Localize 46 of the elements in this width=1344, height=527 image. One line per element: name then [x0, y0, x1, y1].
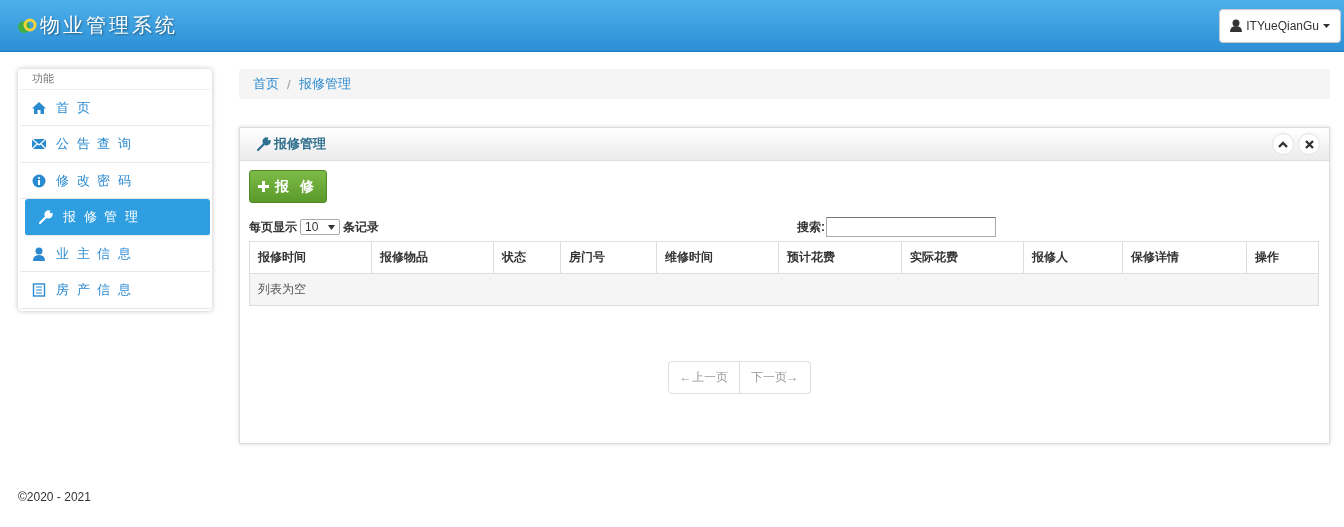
- breadcrumb-link[interactable]: 首页: [253, 75, 279, 93]
- search-field[interactable]: [826, 217, 996, 237]
- info-icon: [32, 173, 46, 188]
- column-header: 保修详情: [1122, 241, 1247, 274]
- empty-table-message: 列表为空: [249, 273, 1319, 306]
- close-button[interactable]: [1298, 133, 1320, 155]
- copyright-text: ©2020 - 2021: [18, 490, 91, 504]
- plus-icon: [257, 181, 269, 192]
- caret-icon: [328, 224, 335, 230]
- column-header: 维修时间: [656, 241, 779, 274]
- list-icon: [32, 283, 46, 298]
- home-icon: [32, 100, 46, 115]
- column-header: 状态: [493, 241, 561, 274]
- app-title: 物业管理系统: [40, 12, 178, 39]
- envelope-icon: [32, 137, 46, 152]
- breadcrumb-separator: /: [287, 76, 291, 92]
- column-header: 报修时间: [249, 241, 372, 274]
- column-header: 报修物品: [371, 241, 494, 274]
- sidebar-heading: 功能: [20, 71, 210, 90]
- breadcrumb-link[interactable]: 报修管理: [298, 75, 351, 93]
- column-header: 操作: [1246, 241, 1319, 274]
- sidebar-item[interactable]: 房 产 信 息: [20, 272, 210, 309]
- close-icon: [1304, 139, 1314, 149]
- caret-icon: [1323, 23, 1330, 28]
- panel-title: 报修管理: [274, 135, 326, 153]
- page-size-select[interactable]: 10: [300, 219, 340, 235]
- user-menu-button[interactable]: ITYueQianGu: [1219, 8, 1341, 43]
- column-header: 预计花费: [778, 241, 902, 274]
- wrench-icon: [39, 210, 53, 225]
- column-header: 房门号: [560, 241, 657, 274]
- column-header: 实际花费: [901, 241, 1024, 274]
- add-repair-button[interactable]: 报 修: [249, 170, 327, 203]
- sidebar-item[interactable]: 公 告 查 询: [20, 126, 210, 163]
- sidebar-item[interactable]: 报 修 管 理: [25, 199, 210, 236]
- rings-logo-icon: [16, 16, 38, 35]
- search-label: 搜索:: [797, 218, 825, 236]
- user-icon: [1230, 19, 1243, 32]
- user-icon: [32, 246, 46, 261]
- sidebar-item[interactable]: 首 页: [20, 89, 210, 127]
- page-size-label: 每页显示: [249, 218, 297, 236]
- page-size-label: 条记录: [343, 218, 379, 236]
- column-header: 报修人: [1023, 241, 1123, 274]
- chevron-up-icon: [1278, 140, 1288, 148]
- sidebar-item[interactable]: 业 主 信 息: [20, 235, 210, 273]
- collapse-button[interactable]: [1272, 133, 1294, 155]
- wrench-icon: [257, 137, 271, 151]
